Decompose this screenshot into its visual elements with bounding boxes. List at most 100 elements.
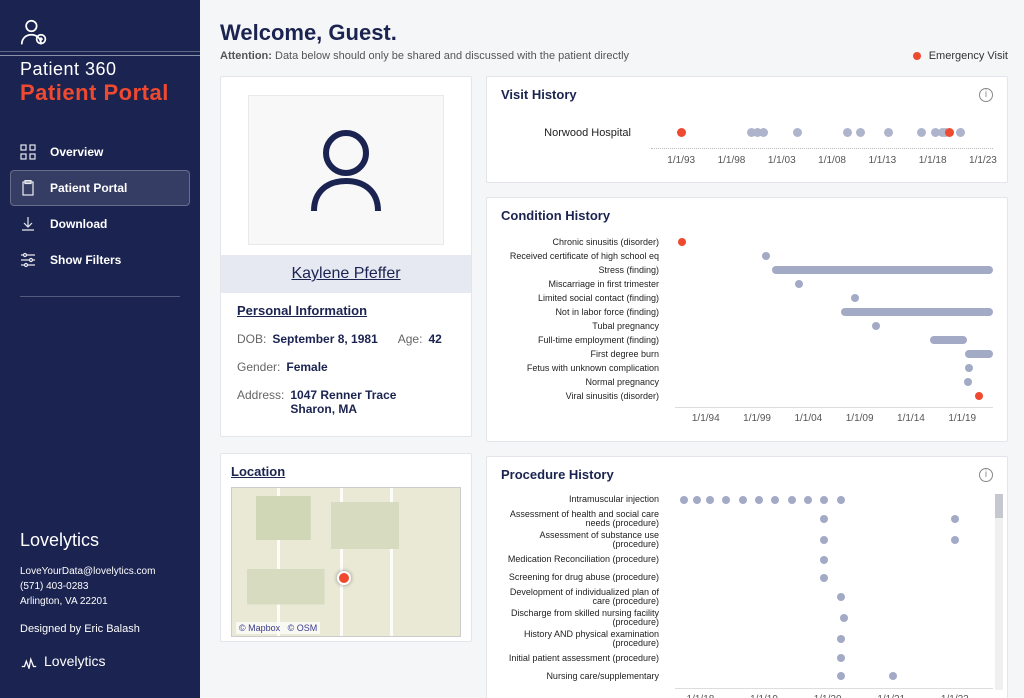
condition-row: First degree burn: [501, 347, 993, 361]
attention-body: Data below should only be shared and dis…: [275, 50, 629, 62]
procedure-row: Development of individualized plan of ca…: [501, 588, 993, 607]
footer-email: LoveYourData@lovelytics.com: [20, 564, 180, 579]
sidebar-item-portal[interactable]: Patient Portal: [10, 170, 190, 206]
procedure-point[interactable]: [722, 496, 730, 504]
condition-bar[interactable]: [872, 322, 880, 330]
procedure-point[interactable]: [820, 556, 828, 564]
visit-point[interactable]: [856, 128, 865, 137]
visit-point[interactable]: [759, 128, 768, 137]
sidebar-item-download[interactable]: Download: [0, 206, 200, 242]
condition-label: Stress (finding): [501, 265, 667, 275]
visit-point[interactable]: [945, 128, 954, 137]
procedure-point[interactable]: [755, 496, 763, 504]
map-attrib-2: © OSM: [288, 623, 318, 633]
condition-bar[interactable]: [678, 238, 686, 246]
condition-bar[interactable]: [772, 266, 993, 274]
condition-track: [667, 361, 993, 375]
map-attribution: © Mapbox © OSM: [236, 622, 320, 634]
axis-tick: 1/1/03: [768, 155, 796, 166]
address-line2: Sharon, MA: [290, 402, 357, 416]
visit-point[interactable]: [917, 128, 926, 137]
patient-name-link[interactable]: Kaylene Pfeffer: [291, 265, 400, 282]
visit-track: [641, 122, 993, 144]
procedure-row: History AND physical examination (proced…: [501, 630, 993, 649]
procedure-label: Development of individualized plan of ca…: [501, 588, 667, 607]
condition-track: [667, 277, 993, 291]
procedure-point[interactable]: [951, 536, 959, 544]
scrollbar[interactable]: [995, 494, 1003, 690]
condition-bar[interactable]: [930, 336, 967, 344]
section-title-location: Location: [231, 464, 461, 479]
axis-tick: 1/1/19: [750, 694, 778, 698]
visit-point[interactable]: [843, 128, 852, 137]
emergency-legend: Emergency Visit: [913, 50, 1008, 62]
avatar: [248, 95, 444, 245]
condition-row: Normal pregnancy: [501, 375, 993, 389]
condition-bar[interactable]: [975, 392, 983, 400]
axis-tick: 1/1/13: [868, 155, 896, 166]
condition-bar[interactable]: [965, 350, 993, 358]
axis-tick: 1/1/18: [919, 155, 947, 166]
visit-axis: 1/1/931/1/981/1/031/1/081/1/131/1/181/1/…: [651, 148, 993, 174]
condition-bar[interactable]: [851, 294, 859, 302]
condition-row: Chronic sinusitis (disorder): [501, 235, 993, 249]
map[interactable]: © Mapbox © OSM: [231, 487, 461, 637]
condition-label: Tubal pregnancy: [501, 321, 667, 331]
procedure-track: [667, 669, 993, 683]
condition-bar[interactable]: [841, 308, 993, 316]
patient-icon: [20, 35, 48, 52]
procedure-point[interactable]: [837, 593, 845, 601]
procedure-point[interactable]: [820, 515, 828, 523]
footer-city: Arlington, VA 22201: [20, 594, 180, 609]
procedure-point[interactable]: [837, 654, 845, 662]
procedure-point[interactable]: [820, 536, 828, 544]
visit-point[interactable]: [956, 128, 965, 137]
procedure-point[interactable]: [820, 574, 828, 582]
procedure-label: Initial patient assessment (procedure): [501, 654, 667, 663]
clipboard-icon: [20, 180, 36, 196]
info-icon[interactable]: i: [979, 468, 993, 482]
visit-point[interactable]: [793, 128, 802, 137]
procedure-point[interactable]: [788, 496, 796, 504]
condition-track: [667, 319, 993, 333]
procedure-point[interactable]: [840, 614, 848, 622]
brand-title-top: Patient 360: [20, 59, 180, 80]
sidebar-item-filters[interactable]: Show Filters: [0, 242, 200, 278]
page-title: Welcome, Guest.: [220, 20, 629, 46]
scrollbar-thumb[interactable]: [995, 494, 1003, 518]
procedure-point[interactable]: [889, 672, 897, 680]
axis-tick: 1/1/21: [877, 694, 905, 698]
procedure-point[interactable]: [680, 496, 688, 504]
procedure-point[interactable]: [804, 496, 812, 504]
condition-bar[interactable]: [762, 252, 770, 260]
procedure-track: [667, 651, 993, 665]
brand: Patient 360 Patient Portal: [0, 18, 200, 116]
procedure-track: [667, 493, 993, 507]
sidebar-item-label: Overview: [50, 145, 103, 159]
visit-point[interactable]: [677, 128, 686, 137]
procedure-point[interactable]: [771, 496, 779, 504]
procedure-point[interactable]: [837, 496, 845, 504]
procedure-row: Intramuscular injection: [501, 492, 993, 508]
condition-track: [667, 375, 993, 389]
dob-value: September 8, 1981: [272, 332, 377, 346]
procedure-point[interactable]: [739, 496, 747, 504]
procedure-point[interactable]: [837, 672, 845, 680]
procedure-point[interactable]: [951, 515, 959, 523]
axis-tick: 1/1/22: [941, 694, 969, 698]
procedure-point[interactable]: [706, 496, 714, 504]
condition-bar[interactable]: [965, 364, 973, 372]
visit-point[interactable]: [884, 128, 893, 137]
condition-track: [667, 235, 993, 249]
info-icon[interactable]: i: [979, 88, 993, 102]
sidebar-item-overview[interactable]: Overview: [0, 134, 200, 170]
procedure-point[interactable]: [820, 496, 828, 504]
sidebar-item-label: Show Filters: [50, 253, 121, 267]
axis-tick: 1/1/14: [897, 413, 925, 424]
axis-tick: 1/1/19: [948, 413, 976, 424]
procedure-point[interactable]: [837, 635, 845, 643]
visit-history-card: Visit History i Norwood Hospital 1/1/931…: [486, 76, 1008, 183]
condition-bar[interactable]: [964, 378, 972, 386]
condition-bar[interactable]: [795, 280, 803, 288]
procedure-point[interactable]: [693, 496, 701, 504]
